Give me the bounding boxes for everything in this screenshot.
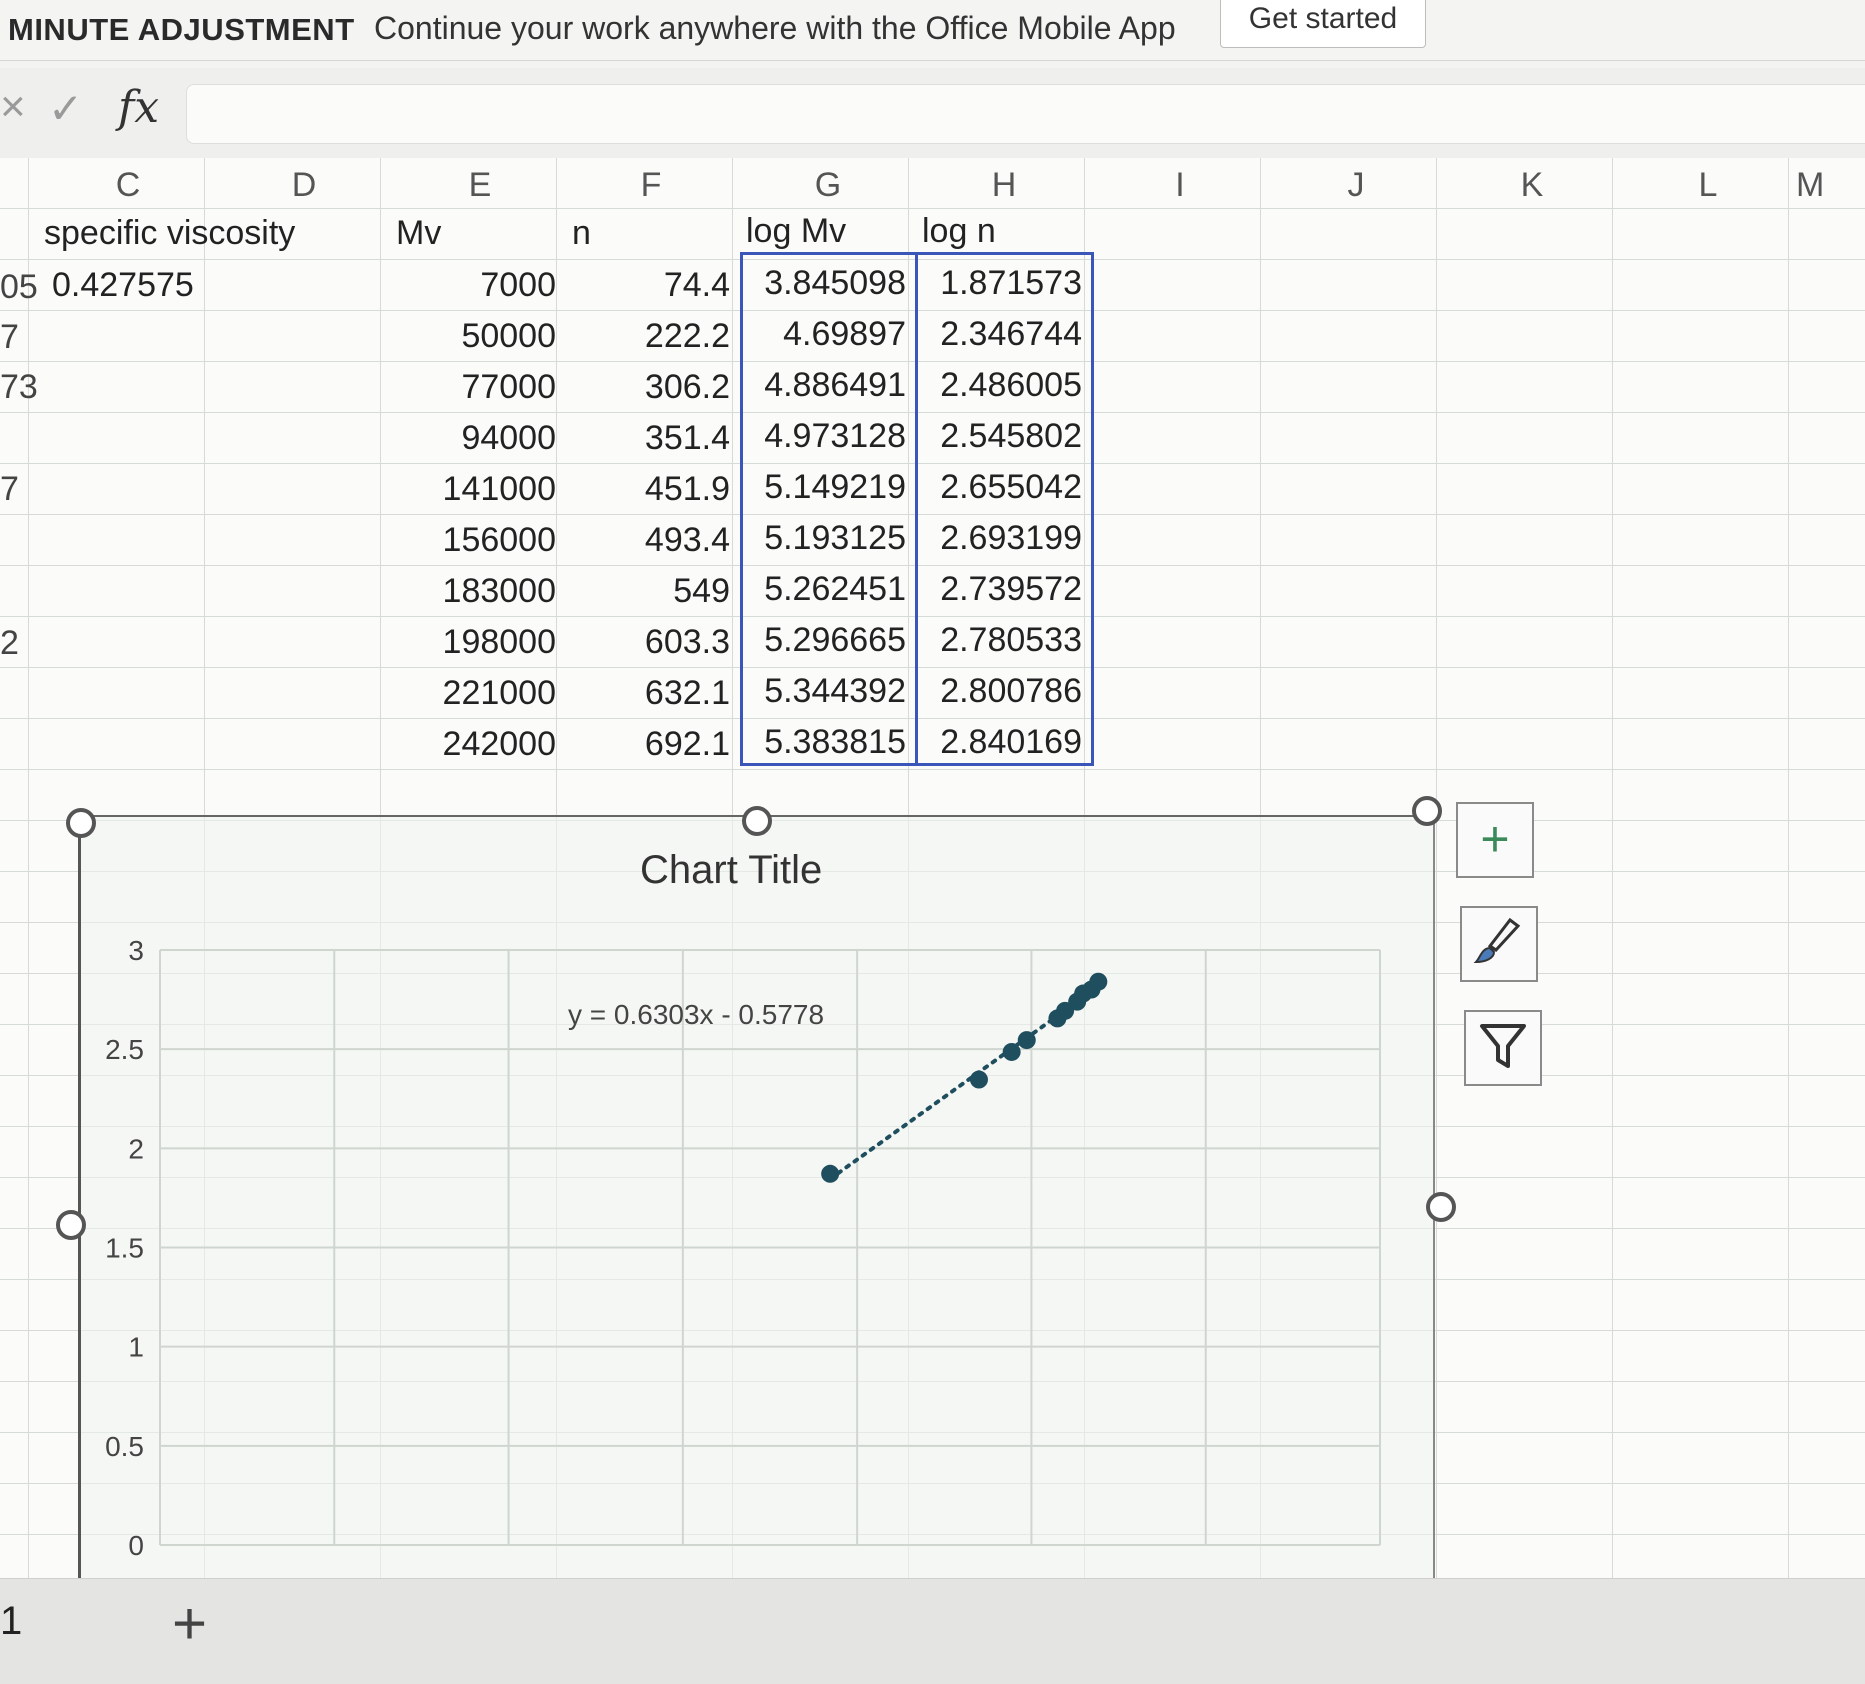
cell-n[interactable]: 451.9 (568, 470, 730, 509)
header-mv[interactable]: Mv (396, 214, 441, 253)
column-header-k[interactable]: K (1444, 158, 1620, 212)
cell-specific-viscosity[interactable]: 0.427575 (52, 266, 194, 305)
resize-handle-right[interactable] (1426, 1192, 1456, 1222)
cell-n[interactable]: 632.1 (568, 674, 730, 713)
row-number[interactable]: 7 (0, 470, 19, 509)
row-number[interactable]: 73 (0, 368, 38, 407)
cell-mv[interactable]: 7000 (392, 266, 556, 305)
chart-styles-button[interactable] (1460, 906, 1538, 982)
column-header-i[interactable]: I (1092, 158, 1268, 212)
y-tick-label: 1.5 (105, 1233, 144, 1264)
chart-filters-button[interactable] (1464, 1010, 1542, 1086)
row-number[interactable]: 05 (0, 268, 38, 307)
column-header-j[interactable]: J (1268, 158, 1444, 212)
y-tick-label: 0 (128, 1530, 144, 1561)
cell-n[interactable]: 222.2 (568, 317, 730, 356)
cell-mv[interactable]: 141000 (392, 470, 556, 509)
data-series[interactable] (821, 972, 1108, 1183)
data-point[interactable] (1089, 972, 1108, 991)
cell-mv[interactable]: 77000 (392, 368, 556, 407)
column-header-e[interactable]: E (392, 158, 568, 212)
data-point[interactable] (969, 1070, 988, 1089)
scatter-plot[interactable]: 0 0.5 1 1.5 2 2.5 3 y = 0.6303x - 0.5778 (70, 920, 1410, 1570)
row-number[interactable]: 2 (0, 624, 19, 663)
formula-bar: × ✓ fx (0, 68, 1865, 158)
cell-n[interactable]: 549 (568, 572, 730, 611)
chart-title[interactable]: Chart Title (640, 848, 822, 893)
cell-n[interactable]: 306.2 (568, 368, 730, 407)
workbook-title: MINUTE ADJUSTMENT (8, 12, 355, 47)
filter-icon (1480, 1024, 1526, 1068)
cell-n[interactable]: 493.4 (568, 521, 730, 560)
data-point[interactable] (821, 1164, 840, 1183)
column-header-g[interactable]: G (740, 158, 916, 212)
formula-input[interactable] (186, 84, 1865, 144)
header-specific-viscosity[interactable]: specific viscosity (44, 214, 295, 253)
cell-mv[interactable]: 156000 (392, 521, 556, 560)
y-tick-label: 2 (128, 1133, 144, 1164)
gridlines (159, 949, 1381, 1546)
header-log-n[interactable]: log n (922, 212, 996, 251)
cell-n[interactable]: 74.4 (568, 266, 730, 305)
column-header-m[interactable]: M (1796, 158, 1865, 212)
top-banner: MINUTE ADJUSTMENT Continue your work any… (0, 0, 1865, 61)
sheet-tabs-bar: 1 + (0, 1578, 1865, 1684)
insert-function-icon[interactable]: fx (118, 82, 159, 133)
y-tick-label: 0.5 (105, 1431, 144, 1462)
cancel-icon[interactable]: × (0, 82, 26, 132)
y-tick-label: 1 (128, 1332, 144, 1363)
banner-message: Continue your work anywhere with the Off… (374, 10, 1176, 46)
column-header-d[interactable]: D (216, 158, 392, 212)
trendline-equation[interactable]: y = 0.6303x - 0.5778 (568, 999, 824, 1030)
get-started-button[interactable]: Get started (1220, 0, 1426, 48)
header-n[interactable]: n (572, 214, 591, 253)
cell-n[interactable]: 351.4 (568, 419, 730, 458)
add-sheet-button[interactable]: + (172, 1589, 207, 1658)
column-header-c[interactable]: C (40, 158, 216, 212)
column-header-f[interactable]: F (566, 158, 736, 212)
cell-mv[interactable]: 94000 (392, 419, 556, 458)
resize-handle-top-right[interactable] (1412, 796, 1442, 826)
y-axis-ticks: 0 0.5 1 1.5 2 2.5 3 (105, 935, 144, 1561)
row-number[interactable]: 7 (0, 318, 19, 357)
header-log-mv[interactable]: log Mv (746, 212, 846, 251)
cell-mv[interactable]: 221000 (392, 674, 556, 713)
sheet-tab[interactable]: 1 (0, 1599, 22, 1644)
resize-handle-top-left[interactable] (66, 808, 96, 838)
column-header-h[interactable]: H (916, 158, 1092, 212)
y-tick-label: 3 (128, 935, 144, 966)
data-point[interactable] (1017, 1031, 1036, 1050)
cell-mv[interactable]: 242000 (392, 725, 556, 764)
y-tick-label: 2.5 (105, 1034, 144, 1065)
cell-n[interactable]: 692.1 (568, 725, 730, 764)
cell-mv[interactable]: 183000 (392, 572, 556, 611)
cell-mv[interactable]: 50000 (392, 317, 556, 356)
brush-icon (1473, 917, 1521, 964)
cell-n[interactable]: 603.3 (568, 623, 730, 662)
column-header-l[interactable]: L (1620, 158, 1796, 212)
resize-handle-top[interactable] (742, 806, 772, 836)
chart-elements-button[interactable]: + (1456, 802, 1534, 878)
cell-mv[interactable]: 198000 (392, 623, 556, 662)
data-point[interactable] (1002, 1042, 1021, 1061)
enter-check-icon[interactable]: ✓ (48, 84, 83, 133)
selection-divider (915, 252, 918, 766)
